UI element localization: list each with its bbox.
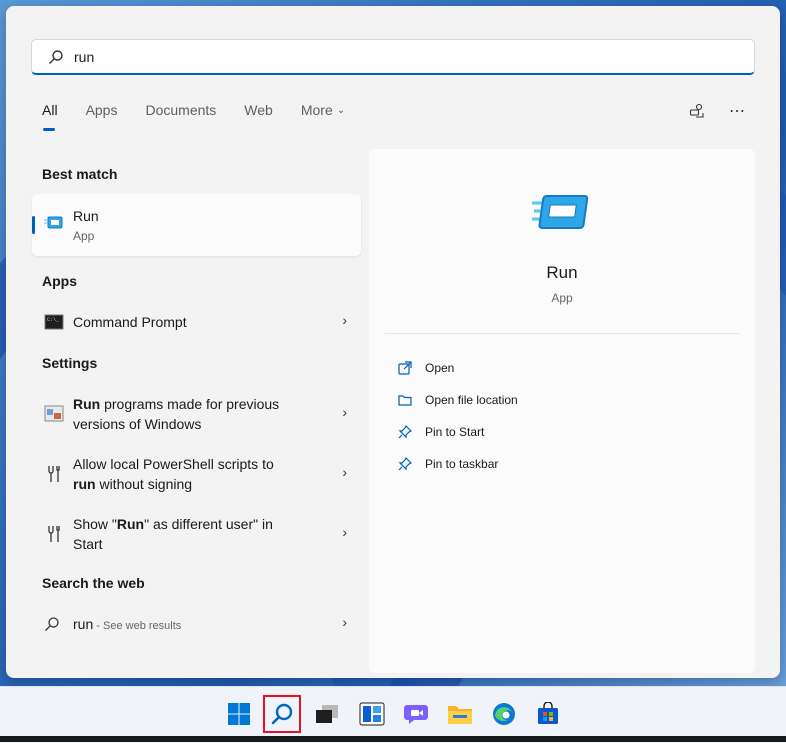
taskbar	[0, 686, 786, 743]
run-app-icon	[44, 216, 63, 229]
chat-icon[interactable]	[397, 695, 435, 733]
search-panel: All Apps Documents Web More⌄ ⋯ Best matc…	[6, 6, 780, 678]
action-open-file-location[interactable]: Open file location	[397, 392, 518, 408]
task-view-icon[interactable]	[308, 695, 346, 733]
folder-icon	[397, 392, 413, 408]
file-explorer-icon[interactable]	[441, 695, 479, 733]
chevron-down-icon: ⌄	[336, 104, 346, 116]
developer-settings-icon	[48, 466, 60, 482]
tab-apps[interactable]: Apps	[86, 102, 118, 118]
action-pin-to-taskbar[interactable]: Pin to taskbar	[397, 456, 498, 472]
app-item-command-prompt[interactable]: C:\_ Command Prompt ›	[32, 312, 361, 332]
section-best-match: Best match	[42, 166, 118, 182]
more-options-icon[interactable]: ⋯	[728, 102, 746, 120]
windows-start-icon[interactable]	[220, 695, 258, 733]
section-apps: Apps	[42, 273, 77, 289]
run-app-large-icon	[532, 195, 589, 229]
search-icon	[49, 49, 63, 64]
open-icon	[397, 360, 413, 376]
search-box[interactable]	[31, 39, 755, 75]
chevron-right-icon: ›	[342, 614, 347, 630]
divider	[385, 333, 739, 334]
command-prompt-icon: C:\_	[44, 314, 64, 330]
app-label: Command Prompt	[73, 314, 187, 330]
setting-item-powershell[interactable]: Allow local PowerShell scripts to run wi…	[32, 454, 361, 494]
action-pin-to-start[interactable]: Pin to Start	[397, 424, 484, 440]
store-icon[interactable]	[529, 695, 567, 733]
filter-tabs: All Apps Documents Web More ⌄	[42, 102, 373, 131]
search-icon	[45, 617, 59, 631]
edge-icon[interactable]	[485, 695, 523, 733]
account-switch-icon[interactable]	[688, 102, 706, 120]
bottom-edge	[0, 736, 786, 742]
setting-item-compatibility[interactable]: Run programs made for previous versions …	[32, 394, 361, 434]
pin-icon	[397, 456, 413, 472]
preview-pane: Run App Open Open file location Pin to S…	[369, 149, 755, 673]
tab-more[interactable]: More ⌄	[301, 102, 345, 118]
chevron-right-icon: ›	[342, 312, 347, 328]
setting-item-run-as-user[interactable]: Show "Run" as different user" in Start ›	[32, 514, 361, 554]
svg-text:C:\_: C:\_	[47, 317, 60, 323]
compatibility-settings-icon	[44, 405, 64, 422]
action-open[interactable]: Open	[397, 360, 454, 376]
tab-web[interactable]: Web	[244, 102, 273, 118]
chevron-right-icon: ›	[342, 524, 347, 540]
web-search-item[interactable]: run - See web results ›	[32, 614, 361, 634]
search-input[interactable]	[74, 48, 674, 65]
section-settings: Settings	[42, 355, 98, 371]
preview-subtitle: App	[551, 291, 573, 305]
tab-all[interactable]: All	[42, 102, 58, 131]
widgets-icon[interactable]	[353, 695, 391, 733]
best-match-title: Run	[73, 208, 99, 224]
search-icon[interactable]	[263, 695, 301, 733]
chevron-right-icon: ›	[342, 404, 347, 420]
tab-documents[interactable]: Documents	[145, 102, 216, 118]
preview-title: Run	[546, 263, 578, 282]
chevron-right-icon: ›	[342, 464, 347, 480]
pin-icon	[397, 424, 413, 440]
best-match-run[interactable]: Run App	[32, 194, 361, 256]
section-search-web: Search the web	[42, 575, 145, 591]
best-match-subtitle: App	[73, 229, 95, 243]
developer-settings-icon	[48, 526, 60, 542]
